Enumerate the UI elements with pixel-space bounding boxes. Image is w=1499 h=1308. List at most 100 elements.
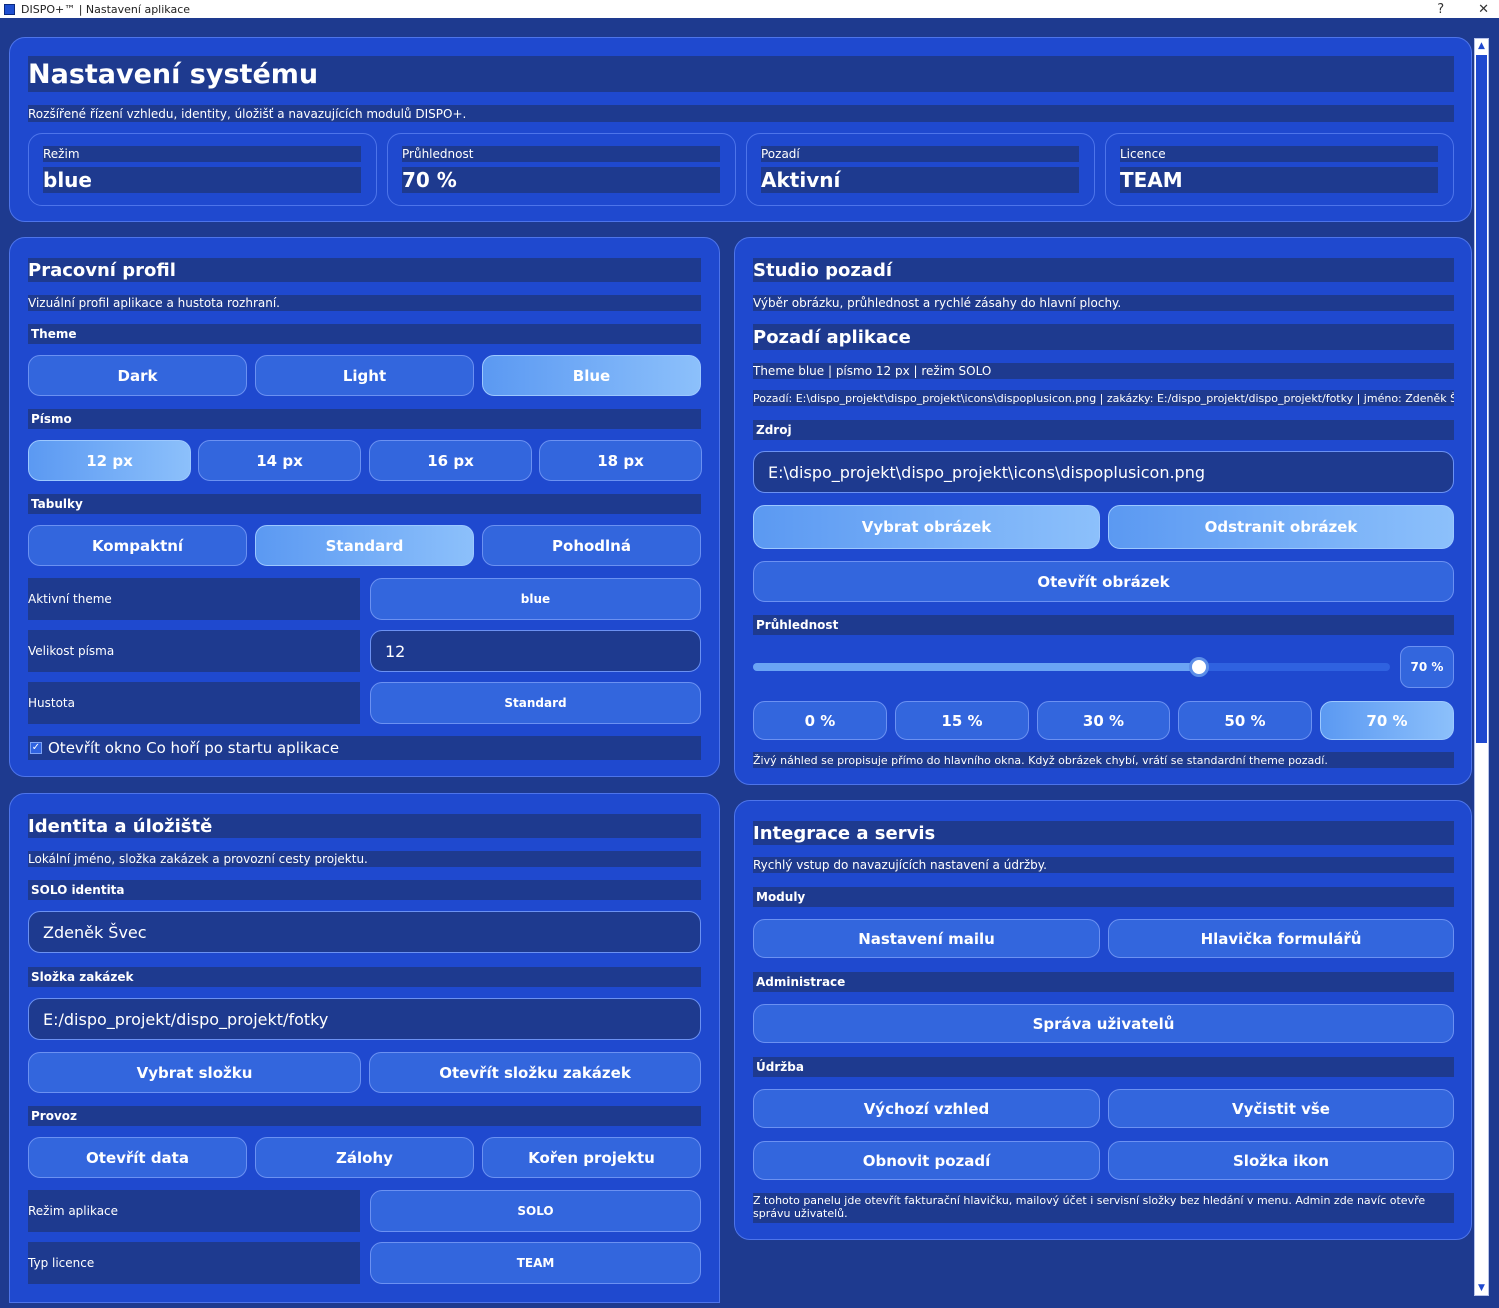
stat-background-value: Aktivní: [761, 167, 1079, 193]
opacity-slider[interactable]: [753, 657, 1390, 677]
stat-license: Licence TEAM: [1105, 133, 1454, 206]
background-title: Pozadí aplikace: [753, 324, 1454, 350]
stat-license-label: Licence: [1120, 146, 1438, 162]
opacity-slider-fill: [753, 663, 1199, 671]
icon-folder-button[interactable]: Složka ikon: [1108, 1141, 1454, 1180]
orders-folder-label: Složka zakázek: [28, 967, 701, 987]
integration-title: Integrace a servis: [753, 821, 1454, 845]
stat-mode-value: blue: [43, 167, 361, 193]
opacity-readout: 70 %: [1400, 646, 1454, 688]
opacity-preset-30[interactable]: 30 %: [1037, 701, 1170, 740]
opacity-slider-handle[interactable]: [1188, 657, 1209, 677]
open-orders-folder-button[interactable]: Otevřít složku zakázek: [369, 1052, 701, 1093]
app-mode-label: Režim aplikace: [28, 1190, 360, 1232]
background-info: Theme blue | písmo 12 px | režim SOLO: [753, 363, 1454, 379]
integration-note: Z tohoto panelu jde otevřít fakturační h…: [753, 1193, 1454, 1223]
stat-license-value: TEAM: [1120, 167, 1438, 193]
solo-identity-label: SOLO identita: [28, 880, 701, 900]
app-icon: [4, 3, 15, 15]
theme-light-button[interactable]: Light: [255, 355, 474, 396]
font-label: Písmo: [28, 409, 701, 429]
modules-label: Moduly: [753, 887, 1454, 907]
font-18-button[interactable]: 18 px: [539, 440, 702, 481]
profile-card: Pracovní profil Vizuální profil aplikace…: [9, 237, 720, 777]
identity-title: Identita a úložiště: [28, 814, 701, 838]
backups-button[interactable]: Zálohy: [255, 1137, 474, 1178]
opacity-preset-50[interactable]: 50 %: [1178, 701, 1312, 740]
font-12-button[interactable]: 12 px: [28, 440, 191, 481]
mail-settings-button[interactable]: Nastavení mailu: [753, 919, 1100, 958]
maintenance-label: Údržba: [753, 1057, 1454, 1077]
studio-card: Studio pozadí Výběr obrázku, průhlednost…: [734, 237, 1472, 785]
table-compact-button[interactable]: Kompaktní: [28, 525, 247, 566]
close-icon[interactable]: ✕: [1478, 2, 1489, 17]
restore-background-button[interactable]: Obnovit pozadí: [753, 1141, 1100, 1180]
opacity-preset-15[interactable]: 15 %: [895, 701, 1029, 740]
font-14-button[interactable]: 14 px: [198, 440, 361, 481]
stat-mode: Režim blue: [28, 133, 377, 206]
tables-label: Tabulky: [28, 494, 701, 514]
stat-mode-label: Režim: [43, 146, 361, 162]
license-type-value[interactable]: TEAM: [370, 1242, 701, 1284]
open-image-button[interactable]: Otevřít obrázek: [753, 561, 1454, 602]
page-title: Nastavení systému: [28, 56, 1454, 92]
window-title: DISPO+™ | Nastavení aplikace: [21, 2, 191, 16]
source-label: Zdroj: [753, 420, 1454, 440]
table-comfortable-button[interactable]: Pohodlná: [482, 525, 701, 566]
table-standard-button[interactable]: Standard: [255, 525, 474, 566]
scroll-up-icon[interactable]: ▲: [1475, 39, 1488, 53]
vertical-scrollbar[interactable]: ▲ ▼: [1474, 38, 1489, 1296]
integration-subtitle: Rychlý vstup do navazujících nastavení a…: [753, 857, 1454, 873]
remove-image-button[interactable]: Odstranit obrázek: [1108, 505, 1454, 549]
scroll-down-icon[interactable]: ▼: [1475, 1281, 1488, 1295]
startup-checkbox[interactable]: ✓: [30, 742, 42, 754]
opacity-preset-0[interactable]: 0 %: [753, 701, 887, 740]
admin-label: Administrace: [753, 972, 1454, 992]
background-path-info: Pozadí: E:\dispo_projekt\dispo_projekt\i…: [753, 390, 1454, 406]
scrollbar-thumb[interactable]: [1476, 55, 1487, 743]
active-theme-label: Aktivní theme: [28, 578, 360, 620]
theme-label: Theme: [28, 324, 701, 344]
theme-blue-button[interactable]: Blue: [482, 355, 701, 396]
app-mode-value[interactable]: SOLO: [370, 1190, 701, 1232]
density-label: Hustota: [28, 682, 360, 724]
stat-opacity: Průhlednost 70 %: [387, 133, 736, 206]
open-data-button[interactable]: Otevřít data: [28, 1137, 247, 1178]
stat-opacity-value: 70 %: [402, 167, 720, 193]
identity-subtitle: Lokální jméno, složka zakázek a provozní…: [28, 851, 701, 867]
studio-note: Živý náhled se propisuje přímo do hlavní…: [753, 752, 1454, 768]
studio-subtitle: Výběr obrázku, průhlednost a rychlé zása…: [753, 295, 1454, 311]
form-header-button[interactable]: Hlavička formulářů: [1108, 919, 1454, 958]
font-16-button[interactable]: 16 px: [369, 440, 532, 481]
pick-image-button[interactable]: Vybrat obrázek: [753, 505, 1100, 549]
orders-folder-input[interactable]: E:/dispo_projekt/dispo_projekt/fotky: [28, 998, 701, 1040]
profile-title: Pracovní profil: [28, 258, 701, 282]
density-value[interactable]: Standard: [370, 682, 701, 724]
identity-card: Identita a úložiště Lokální jméno, složk…: [9, 793, 720, 1303]
stat-background: Pozadí Aktivní: [746, 133, 1095, 206]
font-size-input[interactable]: 12: [370, 630, 701, 672]
default-look-button[interactable]: Výchozí vzhled: [753, 1089, 1100, 1128]
project-root-button[interactable]: Kořen projektu: [482, 1137, 701, 1178]
stat-background-label: Pozadí: [761, 146, 1079, 162]
theme-dark-button[interactable]: Dark: [28, 355, 247, 396]
startup-check-row[interactable]: ✓ Otevřít okno Co hoří po startu aplikac…: [28, 736, 701, 760]
source-input[interactable]: E:\dispo_projekt\dispo_projekt\icons\dis…: [753, 451, 1454, 493]
pick-folder-button[interactable]: Vybrat složku: [28, 1052, 361, 1093]
active-theme-value[interactable]: blue: [370, 578, 701, 620]
integration-card: Integrace a servis Rychlý vstup do navaz…: [734, 800, 1472, 1240]
operations-label: Provoz: [28, 1106, 701, 1126]
user-management-button[interactable]: Správa uživatelů: [753, 1004, 1454, 1043]
header-card: Nastavení systému Rozšířené řízení vzhle…: [9, 37, 1472, 222]
profile-subtitle: Vizuální profil aplikace a hustota rozhr…: [28, 295, 701, 311]
help-icon[interactable]: ?: [1437, 2, 1444, 17]
clear-all-button[interactable]: Vyčistit vše: [1108, 1089, 1454, 1128]
opacity-preset-70[interactable]: 70 %: [1320, 701, 1454, 740]
solo-identity-input[interactable]: Zdeněk Švec: [28, 911, 701, 953]
startup-check-label: Otevřít okno Co hoří po startu aplikace: [48, 739, 340, 757]
opacity-label: Průhlednost: [753, 615, 1454, 635]
page-subtitle: Rozšířené řízení vzhledu, identity, úlož…: [28, 105, 1454, 122]
license-type-label: Typ licence: [28, 1242, 360, 1284]
stat-opacity-label: Průhlednost: [402, 146, 720, 162]
studio-title: Studio pozadí: [753, 258, 1454, 282]
